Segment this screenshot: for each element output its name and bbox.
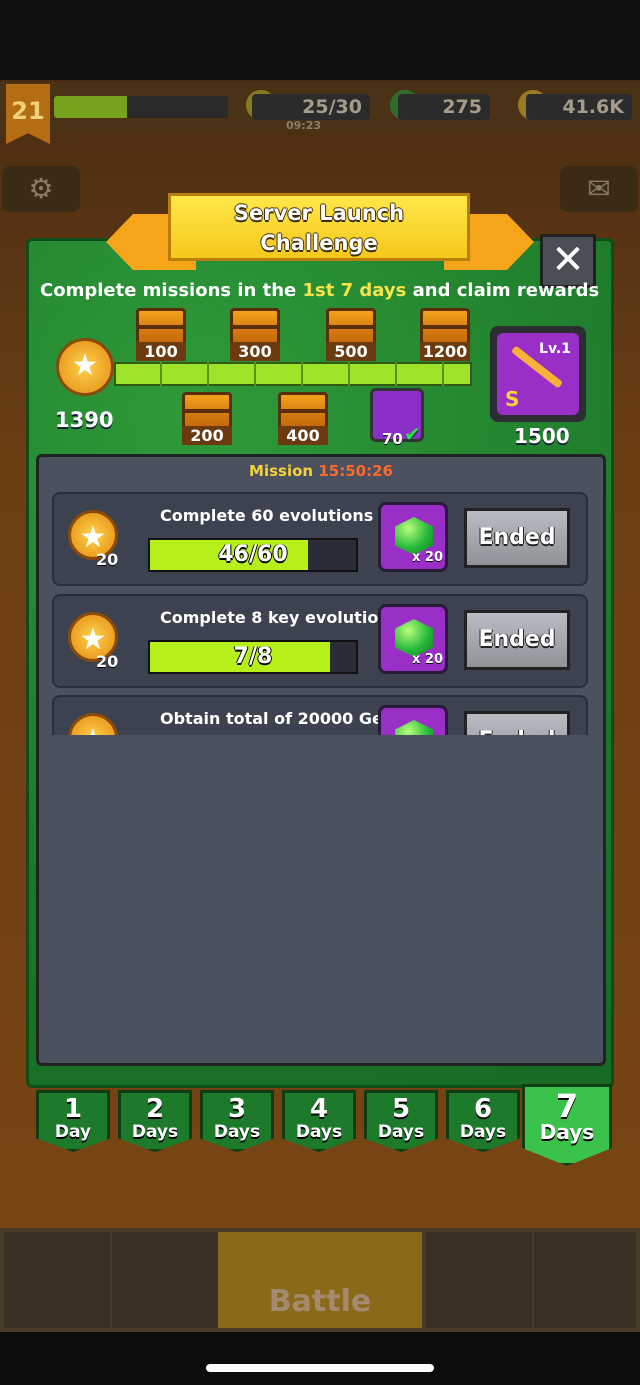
day-tab-number: 6 [473, 1094, 493, 1124]
home-indicator [206, 1364, 434, 1372]
day-tab-label: Days [459, 1122, 507, 1142]
nav-battle-button[interactable]: Battle [218, 1232, 422, 1328]
day-tab-label: Days [213, 1122, 261, 1142]
nav-battle-label: Battle [268, 1284, 372, 1319]
day-tab-label: Days [539, 1120, 595, 1144]
day-tab-number: 7 [555, 1087, 579, 1125]
nav-skull-icon[interactable] [426, 1232, 532, 1328]
day-tab-number: 4 [309, 1094, 329, 1124]
home-indicator-area [0, 1330, 640, 1385]
day-tab-label: Day [54, 1122, 92, 1142]
day-tab-number: 5 [391, 1094, 411, 1124]
day-tab-number: 3 [227, 1094, 247, 1124]
day-tab-label: Days [131, 1122, 179, 1142]
nav-weapons-icon[interactable] [112, 1232, 218, 1328]
day-tab-number: 1 [63, 1094, 83, 1124]
day-tab-label: Days [295, 1122, 343, 1142]
day-tab-number: 2 [145, 1094, 165, 1124]
day-tab-label: Days [377, 1122, 425, 1142]
nav-pass-icon[interactable] [534, 1232, 636, 1328]
nav-shop-icon[interactable] [4, 1232, 110, 1328]
